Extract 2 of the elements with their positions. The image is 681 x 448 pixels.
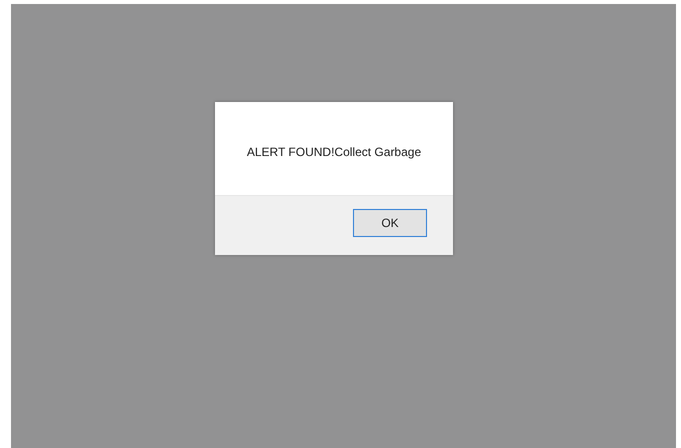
ok-button[interactable]: OK bbox=[353, 209, 427, 237]
alert-message: ALERT FOUND!Collect Garbage bbox=[246, 144, 422, 158]
